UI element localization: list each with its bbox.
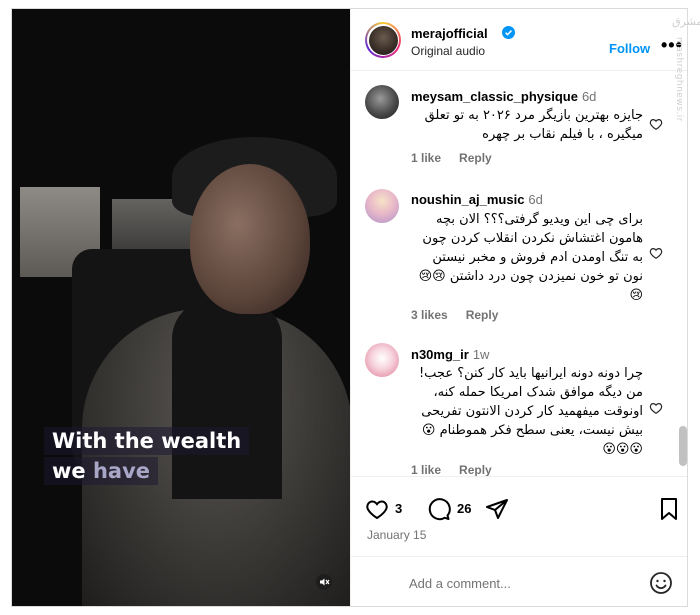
comment-likes[interactable]: 1 like (411, 151, 441, 165)
author-avatar[interactable] (365, 22, 401, 58)
comment-likes[interactable]: 3 likes (411, 308, 448, 322)
comment-meta: 3 likes Reply (411, 308, 516, 322)
comment-username[interactable]: noushin_aj_music (411, 192, 524, 207)
follow-button[interactable]: Follow (609, 41, 650, 56)
verified-badge-icon (502, 26, 515, 39)
comment-author: noushin_aj_music 6d (411, 192, 543, 207)
share-paper-plane-icon[interactable] (485, 497, 509, 521)
comment-reply-button[interactable]: Reply (459, 151, 492, 165)
comment-author: n30mg_ir 1w (411, 347, 489, 362)
comments-list: meysam_classic_physique 6d جایزه بهترین ب… (351, 71, 687, 476)
commenter-avatar[interactable] (365, 343, 399, 377)
add-comment-input[interactable] (409, 572, 629, 594)
video-caption: With the wealth we have (44, 427, 250, 487)
video-player[interactable]: With the wealth we have (12, 9, 350, 606)
like-count[interactable]: 3 (395, 501, 402, 516)
comments-scrollbar[interactable] (679, 426, 687, 466)
caption-word-have: have (92, 459, 151, 483)
comment-heart-icon[interactable] (649, 246, 663, 260)
comment-heart-icon[interactable] (649, 401, 663, 415)
watermark-logo: مشرق (672, 15, 700, 28)
comment-text: برای چی این ویدیو گرفتی؟؟؟ الان بچه هامو… (418, 212, 643, 303)
post-header: merajofficial Original audio Follow ••• (351, 9, 687, 71)
caption-word-we: we (52, 459, 86, 483)
comment-username[interactable]: n30mg_ir (411, 347, 469, 362)
site-watermark: مشرق mashreghnews.ir (672, 15, 700, 125)
comment-meta: 1 like Reply (411, 151, 510, 165)
comment-text: جایزه بهترین بازیگر مرد ۲۰۲۶ به تو تعلق … (424, 108, 643, 142)
original-audio-link[interactable]: Original audio (411, 44, 485, 58)
post-sidebar: merajofficial Original audio Follow ••• … (350, 9, 687, 606)
comment-reply-button[interactable]: Reply (466, 308, 499, 322)
comment-time[interactable]: 6d (528, 192, 542, 207)
post-actions: 3 26 January 15 (351, 476, 687, 556)
comment-username[interactable]: meysam_classic_physique (411, 89, 578, 104)
caption-line-1: With the wealth (44, 427, 250, 455)
bookmark-icon[interactable] (657, 497, 681, 521)
add-comment-bar (351, 556, 687, 606)
comment-bubble-icon[interactable] (427, 497, 451, 521)
caption-line-2: we have (44, 457, 159, 485)
author-avatar-image (368, 25, 398, 55)
post-date[interactable]: January 15 (367, 528, 426, 542)
speaker-muted-icon (316, 574, 332, 590)
commenter-avatar[interactable] (365, 85, 399, 119)
post-modal: With the wealth we have merajofficial Or… (11, 8, 688, 607)
comment-time[interactable]: 6d (582, 89, 596, 104)
comment-text: چرا دونه دونه ایرانیها باید کار کنن؟ عجب… (418, 366, 643, 457)
comment-time[interactable]: 1w (473, 347, 490, 362)
watermark-site-text: mashreghnews.ir (674, 37, 684, 122)
comment-likes[interactable]: 1 like (411, 463, 441, 476)
comment-heart-icon[interactable] (649, 117, 663, 131)
author-username[interactable]: merajofficial (411, 26, 488, 41)
mute-button[interactable] (312, 570, 336, 594)
comment-count[interactable]: 26 (457, 501, 471, 516)
person-head (190, 164, 310, 314)
commenter-avatar[interactable] (365, 189, 399, 223)
comment-meta: 1 like Reply (411, 463, 510, 476)
comment-author: meysam_classic_physique 6d (411, 89, 596, 104)
comment-reply-button[interactable]: Reply (459, 463, 492, 476)
like-heart-icon[interactable] (365, 497, 389, 521)
emoji-smiley-icon[interactable] (649, 571, 673, 595)
